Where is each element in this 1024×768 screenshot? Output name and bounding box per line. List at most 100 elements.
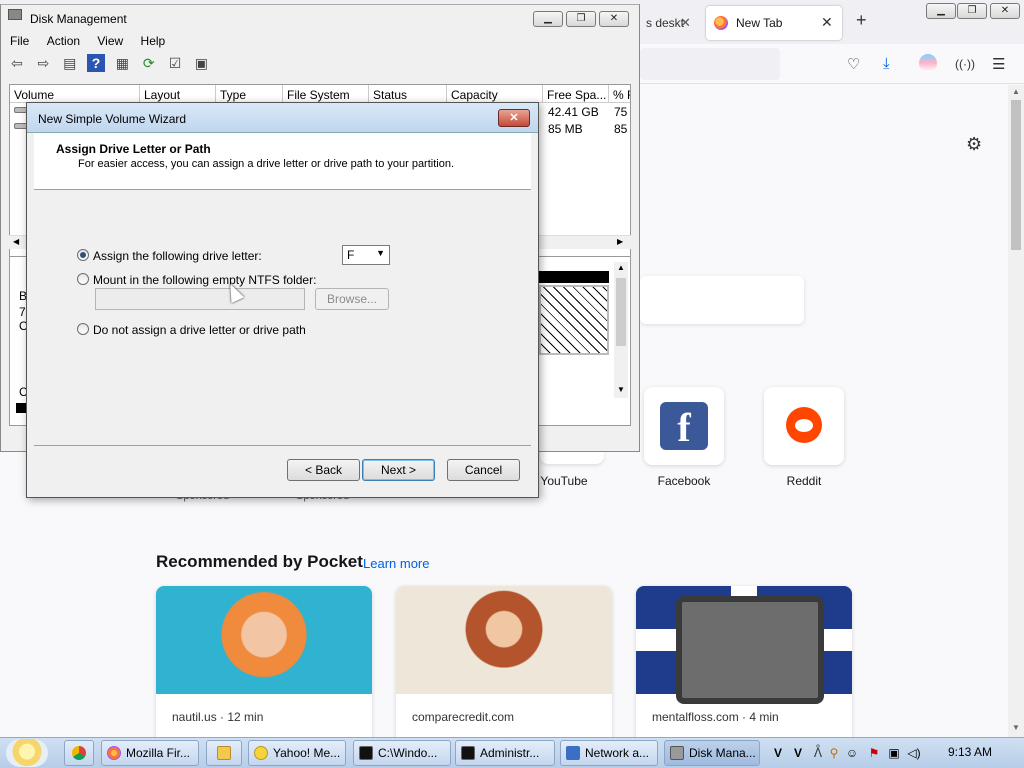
rescan-icon[interactable]: ▣ [192, 54, 210, 72]
next-button[interactable]: Next > [362, 459, 435, 481]
cancel-button[interactable]: Cancel [447, 459, 520, 481]
scroll-down-icon[interactable]: ▼ [1012, 723, 1020, 732]
assign-letter-radio[interactable] [77, 249, 89, 261]
page-search-box[interactable] [640, 276, 804, 324]
help-icon[interactable]: ? [87, 54, 106, 72]
browse-button[interactable]: Browse... [315, 288, 389, 310]
taskbar-chrome[interactable] [64, 740, 94, 766]
card-source: mentalfloss.com · 4 min [652, 710, 779, 724]
tray-v-icon[interactable]: V [790, 745, 806, 761]
column-header-capacity[interactable]: Capacity [447, 85, 543, 103]
shortcut-tile-reddit[interactable] [764, 387, 844, 465]
taskbar-firefox[interactable]: Mozilla Fir... [101, 740, 199, 766]
disk-management-icon [8, 9, 22, 20]
tab-new-tab[interactable]: New Tab ✕ [706, 6, 842, 40]
minimize-button[interactable]: ▁ [926, 3, 956, 19]
card-image [396, 586, 612, 694]
menu-action[interactable]: Action [47, 32, 80, 50]
scroll-up-icon[interactable]: ▲ [617, 263, 625, 272]
vertical-scrollbar[interactable]: ▲ ▼ [614, 262, 628, 398]
back-button[interactable]: < Back [287, 459, 360, 481]
scroll-down-icon[interactable]: ▼ [617, 385, 625, 394]
forward-arrow-icon[interactable]: ⇨ [34, 54, 52, 72]
extension-icon[interactable]: ((·)) [955, 57, 975, 71]
tray-search-icon[interactable]: ⚲ [826, 745, 842, 761]
new-tab-plus-icon[interactable]: + [856, 10, 867, 31]
taskbar-network[interactable]: Network a... [560, 740, 658, 766]
folder-path-input[interactable] [95, 288, 305, 310]
tab-partial[interactable]: s deskt ✕ [640, 6, 702, 40]
taskbar-cmd[interactable]: C:\Windo... [353, 740, 451, 766]
maximize-button[interactable]: ❐ [957, 3, 987, 19]
wizard-heading: Assign Drive Letter or Path [56, 142, 211, 156]
properties-icon[interactable]: ▦ [113, 54, 131, 72]
taskbar-disk-management[interactable]: Disk Mana... [664, 740, 760, 766]
tab-new-tab-label: New Tab [736, 16, 783, 30]
no-assign-label[interactable]: Do not assign a drive letter or drive pa… [93, 323, 306, 337]
column-header-file-system[interactable]: File System [283, 85, 369, 103]
column-header-type[interactable]: Type [216, 85, 283, 103]
download-icon[interactable]: ⤓ [883, 55, 890, 72]
start-button[interactable] [6, 739, 48, 767]
close-icon[interactable]: ✕ [498, 109, 530, 127]
scroll-left-icon[interactable]: ◀ [13, 237, 19, 246]
column-header-percent-free[interactable]: % F [609, 85, 630, 103]
url-bar[interactable] [640, 48, 780, 80]
taskbar-admin[interactable]: Administr... [455, 740, 555, 766]
no-assign-radio[interactable] [77, 323, 89, 335]
wizard-titlebar[interactable]: New Simple Volume Wizard ✕ [27, 103, 538, 133]
column-header-free-space[interactable]: Free Spa... [543, 85, 609, 103]
scrollbar-thumb[interactable] [616, 278, 626, 346]
tray-security-icon[interactable]: ⚑ [866, 745, 882, 761]
scrollbar-thumb[interactable] [1011, 100, 1021, 250]
menu-help[interactable]: Help [141, 32, 166, 50]
menu-file[interactable]: File [10, 32, 29, 50]
pocket-icon[interactable]: ♡ [847, 55, 860, 73]
mount-folder-label[interactable]: Mount in the following empty NTFS folder… [93, 273, 316, 287]
menu-view[interactable]: View [97, 32, 123, 50]
pocket-card[interactable]: comparecredit.com [396, 586, 612, 746]
scroll-up-icon[interactable]: ▲ [1012, 87, 1020, 96]
close-tab-icon[interactable]: ✕ [680, 15, 691, 31]
column-header-volume[interactable]: Volume [10, 85, 140, 103]
back-arrow-icon[interactable]: ⇦ [8, 54, 26, 72]
tray-volume-icon[interactable]: ◁) [906, 745, 922, 761]
console-tree-icon[interactable]: ▤ [61, 54, 79, 72]
clock[interactable]: 9:13 AM [948, 745, 992, 759]
tray-v-icon[interactable]: V [770, 745, 786, 761]
window-title: Disk Management [30, 12, 127, 26]
page-scrollbar[interactable]: ▲ ▼ [1008, 85, 1024, 737]
check-icon[interactable]: ☑ [166, 54, 184, 72]
new-simple-volume-wizard: New Simple Volume Wizard ✕ Assign Drive … [26, 102, 539, 498]
tray-network-icon[interactable]: ᐰ [810, 745, 826, 761]
shortcut-label-reddit[interactable]: Reddit [754, 474, 854, 488]
taskbar-yahoo[interactable]: Yahoo! Me... [248, 740, 346, 766]
drive-letter-select[interactable]: F ▼ [342, 245, 390, 265]
unallocated-partition[interactable] [539, 285, 609, 355]
assign-letter-label[interactable]: Assign the following drive letter: [93, 249, 262, 263]
tray-messenger-icon[interactable]: ☺ [844, 745, 860, 761]
column-header-status[interactable]: Status [369, 85, 447, 103]
account-icon[interactable] [919, 54, 937, 72]
close-tab-icon[interactable]: ✕ [821, 14, 833, 31]
pocket-card[interactable]: mentalfloss.com · 4 min [636, 586, 852, 746]
refresh-icon[interactable]: ⟳ [140, 54, 158, 72]
taskbar-explorer[interactable] [206, 740, 242, 766]
scroll-right-icon[interactable]: ▶ [617, 237, 623, 246]
shortcut-label-facebook[interactable]: Facebook [634, 474, 734, 488]
gear-icon[interactable]: ⚙ [966, 134, 982, 155]
minimize-button[interactable]: ▁ [533, 11, 563, 27]
column-header-layout[interactable]: Layout [140, 85, 216, 103]
close-window-button[interactable]: ✕ [599, 11, 629, 27]
pocket-card[interactable]: nautil.us · 12 min [156, 586, 372, 746]
close-window-button[interactable]: ✕ [990, 3, 1020, 19]
shortcut-tile-facebook[interactable]: f [644, 387, 724, 465]
chrome-icon [72, 746, 86, 760]
command-prompt-icon [461, 746, 475, 760]
tray-monitor-icon[interactable]: ▣ [886, 745, 902, 761]
hamburger-menu-icon[interactable]: ☰ [992, 55, 1005, 73]
table-cell-free-space: 85 MB [548, 122, 583, 136]
maximize-button[interactable]: ❐ [566, 11, 596, 27]
pocket-learn-more-link[interactable]: Learn more [363, 556, 429, 571]
mount-folder-radio[interactable] [77, 273, 89, 285]
